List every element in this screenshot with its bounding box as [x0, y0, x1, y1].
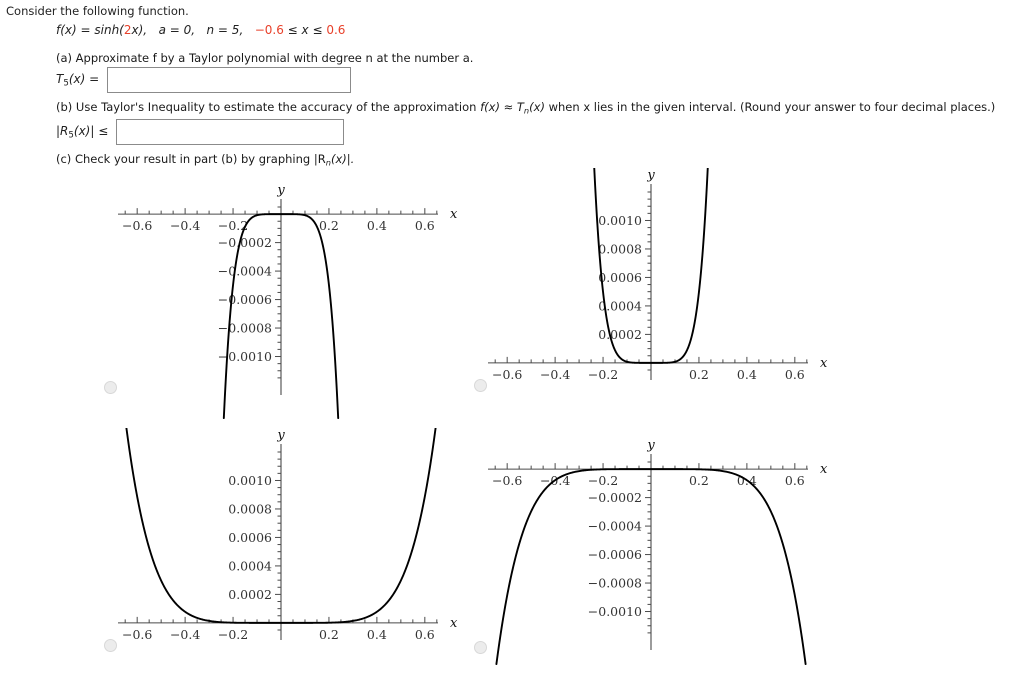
y-tick-label: −0.0004 — [588, 519, 642, 534]
function-expression-head: f(x) = sinh( — [56, 23, 124, 37]
y-tick-label: −0.0002 — [218, 235, 272, 250]
part-c-text-post: (x)|. — [330, 152, 355, 166]
part-b-text-4: when x lies in the given interval. (Roun… — [544, 100, 996, 114]
y-tick-label: 0.0002 — [228, 587, 272, 602]
plot-graph-3[interactable]: −0.6 −0.4 −0.2 0.2 0.4 0.6 x 0.0002 0.0004 0.0006… — [100, 428, 470, 664]
x-tick-label: −0.4 — [170, 627, 200, 642]
interval-upper: 0.6 — [326, 23, 346, 37]
x-tick-label: −0.6 — [122, 627, 152, 642]
part-b-label-suffix: (x)| ≤ — [73, 123, 109, 138]
x-tick-label: 0.2 — [689, 367, 709, 382]
x-tick-label: 0.6 — [785, 473, 805, 488]
plot-graph-2[interactable]: −0.6 −0.4 −0.2 0.2 0.4 0.6x0.00020.00040.0006… — [470, 168, 840, 404]
part-a-answer-row: T5(x) = — [56, 67, 352, 93]
y-axis-label: y — [276, 428, 285, 443]
part-b-label-symbol: |R — [56, 123, 69, 138]
y-tick-label: 0.0002 — [598, 327, 642, 342]
part-b-prompt: (b) Use Taylor's Inequality to estimate … — [56, 100, 995, 115]
function-coefficient: 2 — [123, 23, 132, 37]
plot-graph-1[interactable]: −0.6 −0.4 −0.2 0.2 0.4 0.6x−0.0002−0.0004−0.0… — [100, 183, 470, 419]
y-tick-label: 0.0006 — [598, 270, 642, 285]
y-tick-label: 0.0008 — [228, 501, 272, 516]
x-axis-label: x — [450, 207, 458, 222]
y-tick-label: −0.0010 — [588, 604, 642, 619]
y-tick-label: −0.0002 — [588, 490, 642, 505]
part-a-answer-label: T5(x) = — [56, 72, 99, 88]
x-tick-label: −0.6 — [492, 473, 522, 488]
x-tick-label: 0.6 — [415, 627, 435, 642]
radio-option-2[interactable] — [474, 379, 487, 392]
x-axis-label: x — [820, 462, 828, 477]
function-definition: f(x) = sinh(2x), a = 0, n = 5, −0.6 ≤ x … — [56, 23, 345, 37]
y-tick-label: −0.0006 — [588, 547, 642, 562]
graph-option-2[interactable]: −0.6 −0.4 −0.2 0.2 0.4 0.6 x 0.0002 0.0004 0.0006… — [470, 168, 840, 404]
x-tick-label: 0.4 — [367, 627, 387, 642]
y-tick-label: −0.0008 — [588, 576, 642, 591]
graph-option-3[interactable]: −0.6 −0.4 −0.2 0.2 0.4 0.6 x 0.0002 0.0004 0.0006… — [100, 428, 470, 664]
x-tick-label: 0.6 — [415, 218, 435, 233]
x-tick-label: 0.2 — [689, 473, 709, 488]
y-axis-label: y — [646, 168, 655, 183]
degree-value: n = 5, — [206, 23, 244, 37]
part-a-label-suffix: (x) = — [68, 71, 100, 86]
part-a-prompt: (a) Approximate f by a Taylor polynomial… — [56, 51, 474, 65]
remainder-bound-input[interactable] — [116, 119, 345, 145]
radio-option-3[interactable] — [104, 639, 117, 652]
x-tick-label: 0.2 — [319, 627, 339, 642]
plot-graph-4[interactable]: −0.6 −0.4 −0.2 0.2 0.4 0.6x−0.0002−0.0004−0.0… — [470, 438, 840, 674]
interval-relation: ≤ x ≤ — [283, 23, 327, 37]
function-expression-tail: x), — [131, 23, 148, 37]
taylor-polynomial-input[interactable] — [107, 67, 352, 93]
x-tick-label: −0.4 — [540, 367, 570, 382]
x-tick-label: −0.6 — [492, 367, 522, 382]
graph-option-1[interactable]: −0.6 −0.4 −0.2 0.2 0.4 0.6 x −0.0002 −0.0004 −0.0… — [100, 183, 470, 419]
y-tick-label: 0.0008 — [598, 241, 642, 256]
part-c-prompt: (c) Check your result in part (b) by gra… — [56, 152, 354, 167]
y-tick-label: 0.0006 — [228, 530, 272, 545]
x-tick-label: 0.4 — [367, 218, 387, 233]
part-b-text-3: (x) — [529, 100, 545, 114]
part-b-text-2: f(x) ≈ T — [480, 100, 524, 114]
x-tick-label: 0.4 — [737, 367, 757, 382]
y-tick-label: 0.0004 — [228, 558, 272, 573]
graph-option-4[interactable]: −0.6 −0.4 −0.2 0.2 0.4 0.6 x −0.0002 −0.0004 −0.0… — [470, 438, 840, 674]
part-c-text-pre: (c) Check your result in part (b) by gra… — [56, 152, 326, 166]
intro-text: Consider the following function. — [6, 4, 189, 18]
part-b-text-1: (b) Use Taylor's Inequality to estimate … — [56, 100, 481, 114]
x-tick-label: 0.6 — [785, 367, 805, 382]
x-tick-label: 0.2 — [319, 218, 339, 233]
part-b-answer-label: |R5(x)| ≤ — [56, 124, 108, 140]
y-tick-label: −0.0004 — [218, 264, 272, 279]
x-tick-label: −0.2 — [218, 627, 248, 642]
y-tick-label: −0.0008 — [218, 321, 272, 336]
x-tick-label: −0.6 — [122, 218, 152, 233]
interval-lower: −0.6 — [254, 23, 284, 37]
x-axis-label: x — [820, 356, 828, 371]
radio-option-1[interactable] — [104, 381, 117, 394]
x-tick-label: −0.2 — [588, 473, 618, 488]
x-tick-label: −0.4 — [170, 218, 200, 233]
center-value: a = 0, — [158, 23, 196, 37]
y-tick-label: −0.0006 — [218, 292, 272, 307]
x-axis-label: x — [450, 616, 458, 631]
x-tick-label: −0.2 — [588, 367, 618, 382]
y-tick-label: 0.0010 — [598, 213, 642, 228]
y-axis-label: y — [646, 438, 655, 453]
part-b-answer-row: |R5(x)| ≤ — [56, 119, 345, 145]
radio-option-4[interactable] — [474, 641, 487, 654]
y-axis-label: y — [276, 183, 285, 198]
y-tick-label: 0.0010 — [228, 473, 272, 488]
